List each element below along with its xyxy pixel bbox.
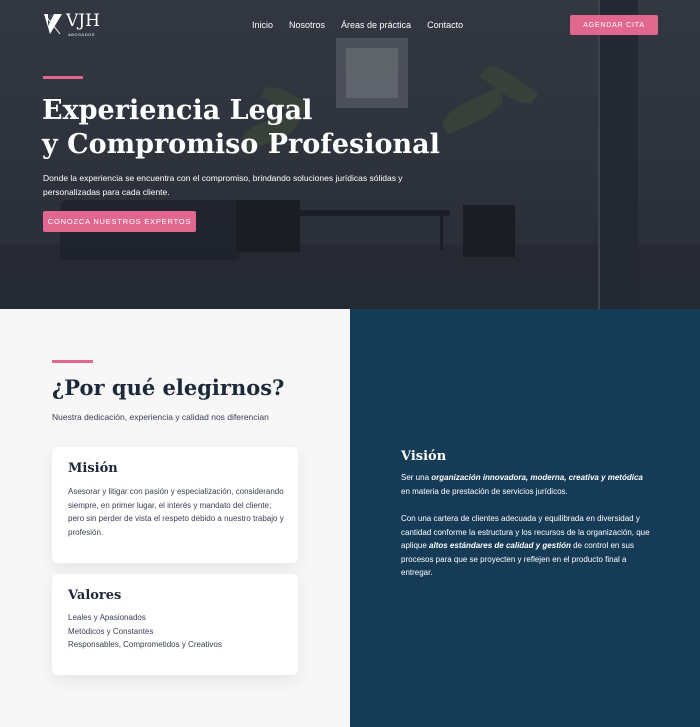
nav-item-contacto[interactable]: Contacto bbox=[427, 20, 463, 30]
vision-paragraph-2: Con una cartera de clientes adecuada y e… bbox=[401, 512, 653, 580]
list-item: Leales y Apasionados bbox=[68, 613, 146, 622]
nav-item-areas[interactable]: Áreas de práctica bbox=[341, 20, 411, 30]
hero-title: Experiencia Legal y Compromiso Profesion… bbox=[42, 94, 462, 162]
vision-p1-text-end: en materia de prestación de servicios ju… bbox=[401, 486, 568, 496]
vision-paragraph-1: Ser una organización innovadora, moderna… bbox=[401, 471, 653, 498]
values-list: Leales y Apasionados Metódicos y Constan… bbox=[68, 611, 222, 652]
why-choose-us-section: ¿Por qué elegirnos? Nuestra dedicación, … bbox=[0, 309, 350, 727]
vision-title: Visión bbox=[401, 449, 447, 464]
list-item: Responsables, Comprometidos y Creativos bbox=[68, 640, 222, 649]
logo-subtext: ABOGADOS bbox=[68, 32, 95, 37]
vision-p2-emphasis: altos estándares de calidad y gestión bbox=[429, 541, 571, 550]
schedule-appointment-button[interactable]: AGENDAR CITA bbox=[570, 15, 658, 35]
list-item: Metódicos y Constantes bbox=[68, 626, 154, 636]
hero-accent-rule bbox=[43, 76, 83, 79]
hero-section: VJH ABOGADOS Inicio Nosotros Áreas de pr… bbox=[0, 0, 700, 309]
brand-logo[interactable]: VJH ABOGADOS bbox=[42, 11, 100, 37]
mission-text: Asesorar y litigar con pasión y especial… bbox=[68, 487, 284, 537]
why-accent-rule bbox=[52, 360, 93, 363]
nav-item-nosotros[interactable]: Nosotros bbox=[289, 20, 325, 30]
values-card: Valores Leales y Apasionados Metódicos y… bbox=[52, 574, 298, 675]
vision-section: Visión Ser una organización innovadora, … bbox=[350, 309, 700, 727]
values-title: Valores bbox=[68, 588, 122, 603]
meet-experts-button[interactable]: CONOZCA NUESTROS EXPERTOS bbox=[43, 211, 196, 232]
vision-p1-emphasis: organización innovadora, moderna, creati… bbox=[431, 473, 643, 482]
mission-title: Misión bbox=[68, 461, 118, 476]
hero-description: Donde la experiencia se encuentra con el… bbox=[43, 173, 403, 197]
why-subtitle: Nuestra dedicación, experiencia y calida… bbox=[52, 412, 269, 422]
why-title: ¿Por qué elegirnos? bbox=[52, 375, 285, 400]
hero-title-line2: y Compromiso Profesional bbox=[42, 129, 440, 160]
mission-card: Misión Asesorar y litigar con pasión y e… bbox=[52, 447, 298, 563]
nav-item-inicio[interactable]: Inicio bbox=[252, 20, 273, 30]
vision-p1-text: Ser una bbox=[401, 473, 432, 482]
main-nav: Inicio Nosotros Áreas de práctica Contac… bbox=[252, 20, 479, 30]
logo-text: VJH bbox=[66, 11, 100, 31]
hero-title-line1: Experiencia Legal bbox=[42, 95, 313, 126]
logo-mark-icon bbox=[44, 14, 62, 35]
